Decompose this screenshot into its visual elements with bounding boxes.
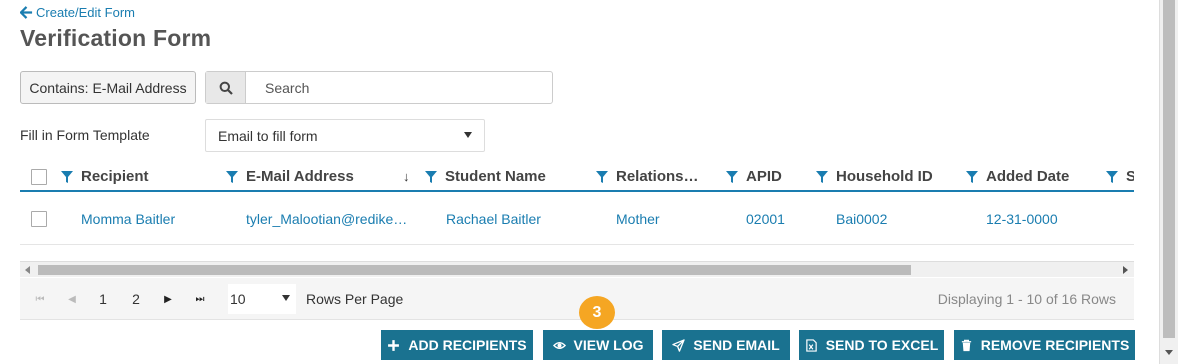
column-header-email[interactable]: E-Mail Address: [226, 163, 354, 190]
column-label: Recipient: [81, 168, 149, 185]
cell-email-text[interactable]: tyler_Malootian@redike…: [246, 211, 407, 227]
search-group: [205, 71, 553, 104]
column-label: Household ID: [836, 168, 933, 185]
column-label: APID: [746, 168, 782, 185]
horizontal-scroll-thumb[interactable]: [38, 265, 911, 275]
scroll-down-icon[interactable]: [1165, 350, 1173, 355]
rows-per-page-label: Rows Per Page: [306, 291, 404, 307]
column-header-added-date[interactable]: Added Date: [966, 163, 1069, 190]
cell-apid[interactable]: 02001: [746, 194, 785, 244]
send-email-label: SEND EMAIL: [693, 337, 780, 353]
filter-icon[interactable]: [1106, 170, 1118, 183]
send-to-excel-button[interactable]: SEND TO EXCEL: [799, 330, 944, 360]
cell-household-id[interactable]: Bai0002: [836, 194, 887, 244]
rows-per-page-select[interactable]: 10: [228, 284, 296, 314]
select-all-checkbox-cell: [31, 163, 47, 190]
view-log-button[interactable]: VIEW LOG: [543, 330, 653, 360]
prev-page-button[interactable]: ◀: [62, 278, 82, 320]
cell-recipient[interactable]: Momma Baitler: [81, 194, 175, 244]
cell-apid-text[interactable]: 02001: [746, 211, 785, 227]
vertical-scrollbar[interactable]: [1159, 0, 1178, 364]
filter-icon[interactable]: [425, 170, 437, 183]
paper-plane-icon: [672, 338, 686, 352]
sort-descending-icon[interactable]: ↓: [403, 169, 410, 184]
select-all-checkbox[interactable]: [31, 168, 47, 185]
excel-file-icon: [805, 338, 817, 352]
back-link-label: Create/Edit Form: [36, 5, 135, 20]
template-label: Fill in Form Template: [20, 127, 150, 143]
next-page-button[interactable]: ▶: [158, 278, 178, 320]
pager: ⏮ ◀ 1 2 ▶ ⏭ 10 Rows Per Page Displaying …: [20, 278, 1134, 320]
search-button[interactable]: [206, 72, 246, 103]
column-label: E-Mail Address: [246, 168, 354, 185]
cell-household-text[interactable]: Bai0002: [836, 211, 887, 227]
add-recipients-button[interactable]: ADD RECIPIENTS: [381, 330, 533, 360]
filter-icon[interactable]: [226, 170, 238, 183]
vertical-scroll-thumb[interactable]: [1163, 0, 1175, 338]
eye-icon: [552, 341, 566, 349]
page-button-2[interactable]: 2: [126, 278, 146, 320]
cell-email[interactable]: tyler_Malootian@redike…: [246, 194, 407, 244]
prev-page-icon: ◀: [68, 293, 76, 305]
scroll-left-icon[interactable]: [25, 266, 30, 274]
step-badge: 3: [579, 296, 615, 329]
cell-student-text[interactable]: Rachael Baitler: [446, 211, 541, 227]
add-recipients-label: ADD RECIPIENTS: [408, 337, 527, 353]
cell-relationship-text[interactable]: Mother: [616, 211, 660, 227]
column-header-household-id[interactable]: Household ID: [816, 163, 933, 190]
column-header-student-name[interactable]: Student Name: [425, 163, 546, 190]
back-link[interactable]: Create/Edit Form: [20, 5, 135, 20]
template-select-value: Email to fill form: [218, 127, 318, 144]
column-label: Relations…: [616, 168, 699, 185]
first-page-button[interactable]: ⏮: [30, 278, 50, 320]
scroll-right-icon[interactable]: [1123, 266, 1128, 274]
column-label: Added Date: [986, 168, 1070, 185]
recipients-grid: Recipient E-Mail Address ↓ Student Name …: [20, 163, 1134, 277]
row-checkbox-cell: [31, 194, 47, 244]
filter-icon[interactable]: [726, 170, 738, 183]
row-checkbox[interactable]: [31, 211, 47, 227]
grid-header: Recipient E-Mail Address ↓ Student Name …: [20, 163, 1134, 192]
plus-icon: [388, 339, 400, 351]
filter-icon[interactable]: [966, 170, 978, 183]
column-label: Student Name: [445, 168, 546, 185]
filter-icon[interactable]: [61, 170, 73, 183]
last-page-button[interactable]: ⏭: [190, 278, 210, 320]
column-header-recipient[interactable]: Recipient: [61, 163, 149, 190]
cell-recipient-text[interactable]: Momma Baitler: [81, 211, 175, 227]
column-header-relationship[interactable]: Relations…: [596, 163, 699, 190]
table-row[interactable]: Momma Baitler tyler_Malootian@redike… Ra…: [20, 194, 1134, 245]
cell-added-date-text[interactable]: 12-31-0000: [986, 211, 1058, 227]
template-select[interactable]: Email to fill form: [205, 119, 485, 152]
filter-icon[interactable]: [596, 170, 608, 183]
last-page-icon: ⏭: [195, 293, 205, 305]
displaying-count: Displaying 1 - 10 of 16 Rows: [937, 291, 1116, 307]
send-to-excel-label: SEND TO EXCEL: [825, 337, 939, 353]
page-title: Verification Form: [20, 25, 212, 51]
first-page-icon: ⏮: [35, 293, 45, 305]
rows-per-page-value: 10: [230, 291, 246, 307]
filter-field-button[interactable]: Contains: E-Mail Address: [20, 71, 196, 104]
cell-added-date[interactable]: 12-31-0000: [986, 194, 1058, 244]
column-label: S: [1126, 168, 1134, 185]
send-email-button[interactable]: SEND EMAIL: [662, 330, 790, 360]
trash-icon: [961, 339, 971, 351]
caret-down-icon: [464, 132, 472, 138]
column-header-apid[interactable]: APID: [726, 163, 782, 190]
arrow-left-icon: [20, 6, 33, 19]
horizontal-scrollbar[interactable]: [20, 261, 1134, 277]
caret-down-icon: [282, 295, 290, 301]
cell-student-name[interactable]: Rachael Baitler: [446, 194, 541, 244]
next-page-icon: ▶: [164, 293, 172, 305]
search-icon: [219, 81, 233, 95]
remove-recipients-label: REMOVE RECIPIENTS: [980, 337, 1130, 353]
view-log-label: VIEW LOG: [573, 337, 644, 353]
remove-recipients-button[interactable]: REMOVE RECIPIENTS: [954, 330, 1135, 360]
column-header-status[interactable]: S: [1106, 163, 1134, 190]
cell-relationship[interactable]: Mother: [616, 194, 660, 244]
filter-icon[interactable]: [816, 170, 828, 183]
search-input[interactable]: [246, 72, 552, 103]
page-button-1[interactable]: 1: [93, 278, 113, 320]
